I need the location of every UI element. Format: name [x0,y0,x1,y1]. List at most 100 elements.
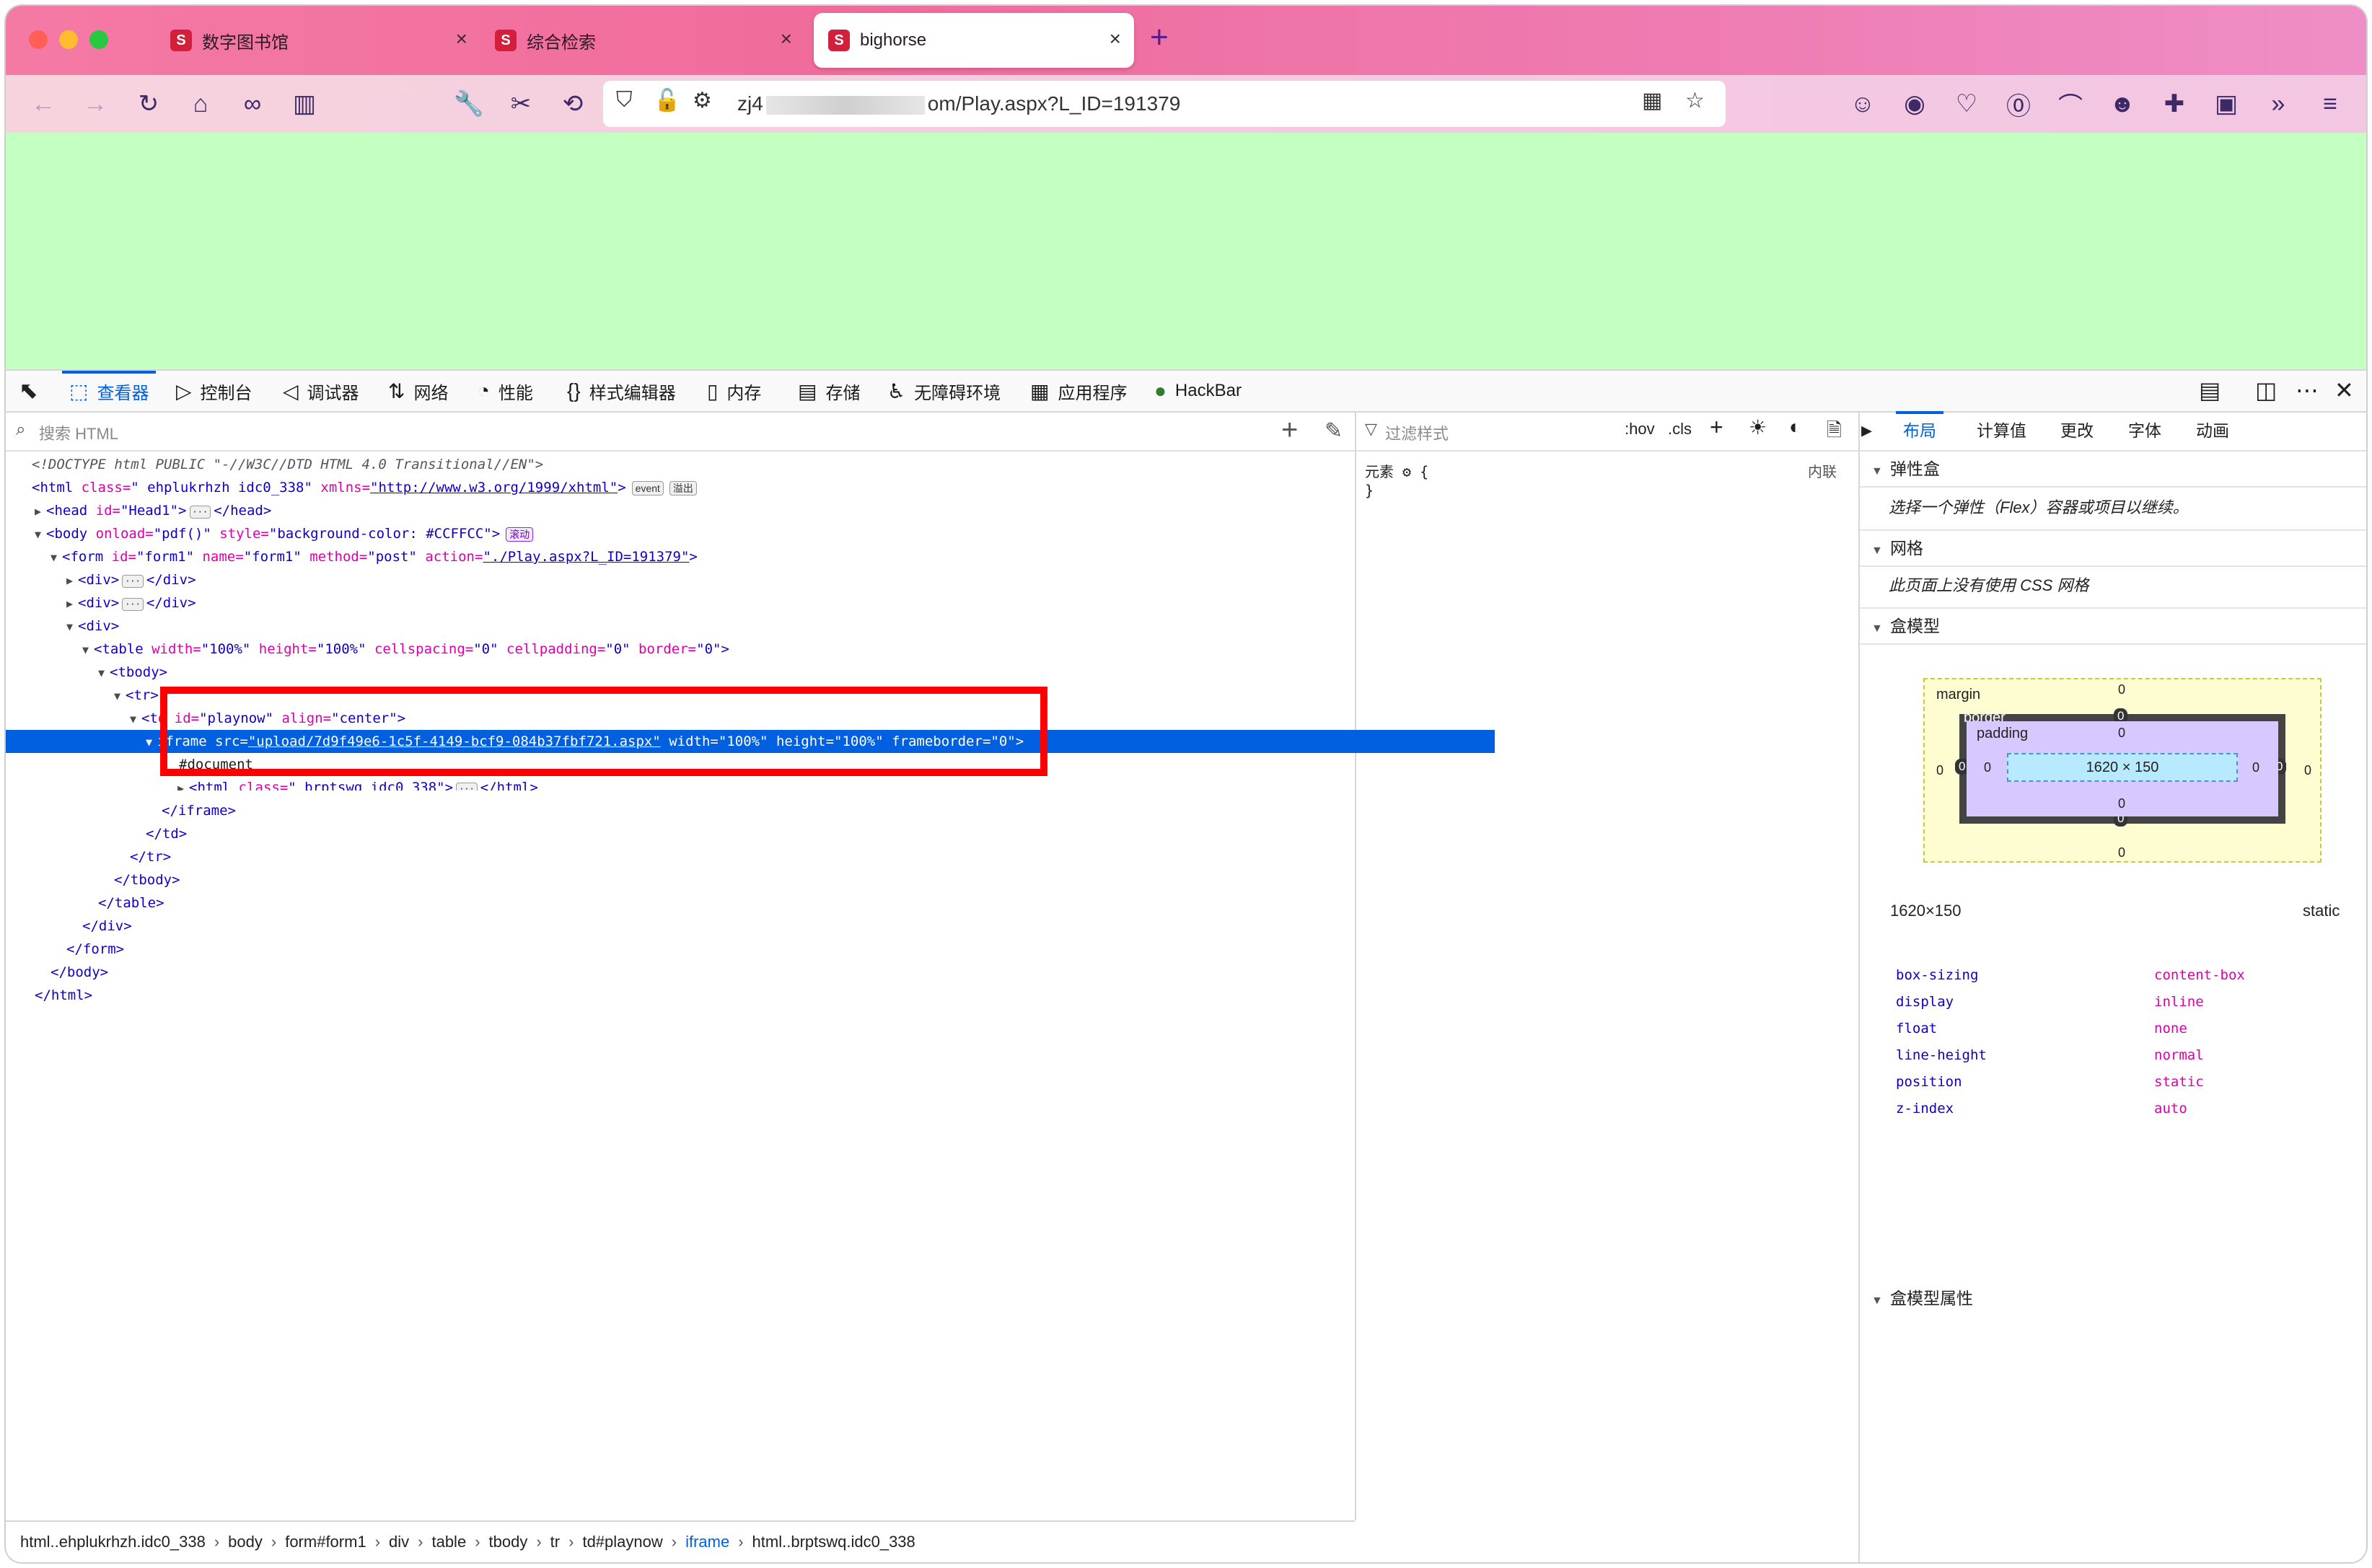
breadcrumb-item[interactable]: div [389,1533,409,1551]
tree-node-div-collapsed[interactable]: ▶ <div> ··· </div> [6,568,1415,591]
collapse-triangle-icon[interactable]: ▼ [82,638,94,661]
tree-node-tr[interactable]: ▼ <tr> [6,684,1463,707]
collapse-triangle-icon[interactable]: ▼ [114,684,126,708]
extensions-puzzle-icon[interactable]: ✚ [2156,85,2193,123]
flexbox-section-header[interactable]: ▼ 弹性盒 [1860,452,2366,488]
box-property-row[interactable]: display inline [1896,989,2329,1016]
tab-fonts[interactable]: 字体 [2128,411,2161,450]
add-rule-icon[interactable]: + [1710,414,1723,441]
tree-node-tbody[interactable]: ▼ <tbody> [6,661,1447,684]
tree-node-iframe-selected[interactable]: ▼ iframe src="upload/7d9f49e6-1c5f-4149-b… [6,730,1495,753]
password-manager-icon[interactable]: ⓪ [2000,85,2037,123]
collapse-triangle-icon[interactable]: ▼ [130,708,141,731]
event-badge[interactable]: event [631,481,664,495]
tab-memory[interactable]: ▯ 内存 [707,371,761,411]
box-property-row[interactable]: position static [1896,1069,2329,1096]
box-property-row[interactable]: z-index auto [1896,1096,2329,1122]
new-tab-button[interactable]: + [1150,22,1169,53]
margin-bottom-value[interactable]: 0 [2118,845,2125,860]
tree-node-td-close[interactable]: </td> [6,822,1495,845]
breadcrumb-item[interactable]: tbody [489,1533,528,1551]
menu-hamburger-icon[interactable]: ≡ [2311,85,2349,123]
tab-digital-library[interactable]: S 数字图书馆 × [156,13,480,68]
expand-triangle-icon[interactable]: ▶ [66,569,78,592]
box-model-content-size[interactable]: 1620 × 150 [2007,753,2238,782]
tab-changes[interactable]: 更改 [2060,411,2094,450]
breadcrumb-item[interactable]: html..brptswq.idc0_338 [752,1533,915,1551]
box-properties-section-header[interactable]: ▼ 盒模型属性 [1860,1281,2366,1316]
tree-node-table-close[interactable]: </table> [6,891,1447,915]
dock-side-icon[interactable]: ◫ [2255,376,2277,404]
box-model-padding[interactable]: padding 0 0 0 0 1620 × 150 [1967,721,2278,816]
scroll-badge[interactable]: 滚动 [506,527,534,542]
tree-node-td[interactable]: ▼ <td id="playnow" align="center"> [6,707,1479,730]
add-node-icon[interactable]: + [1281,414,1298,446]
shield-icon[interactable]: ⛉ [616,88,633,113]
url-bar[interactable]: ⛉ 🔓 ⚙ zj4 om/Play.aspx?L_ID=191379 ▦ ☆ [603,81,1726,127]
overflow-chevron-icon[interactable]: » [2259,85,2297,123]
tab-debugger[interactable]: ◁ 调试器 [283,371,359,411]
attr-value-link[interactable]: "upload/7d9f49e6-1c5f-4149-bcf9-084b37fb… [248,734,661,749]
element-picker-icon[interactable]: ⬉ [19,376,38,404]
breadcrumb-item[interactable]: html..ehplukrhzh.idc0_338 [20,1533,206,1551]
class-toggle[interactable]: .cls [1668,420,1692,439]
tab-close-icon[interactable]: × [456,27,467,50]
infinity-extension-icon[interactable]: ∞ [234,85,271,123]
tree-node-table[interactable]: ▼ <table width="100%" height="100%" cells… [6,638,1431,661]
breadcrumb-item[interactable]: tr [550,1533,560,1551]
box-property-row[interactable]: line-height normal [1896,1042,2329,1069]
breadcrumb-item[interactable]: form#form1 [285,1533,366,1551]
hover-state-toggle[interactable]: :hov [1625,420,1655,439]
page-viewport[interactable] [6,133,2366,369]
permissions-icon[interactable]: ⚙ [693,88,712,113]
avatar-extension-icon[interactable]: ☻ [2104,85,2141,123]
container-extension-icon[interactable]: ▣ [2208,85,2245,123]
close-window-button[interactable] [29,30,48,49]
tab-computed[interactable]: 计算值 [1977,411,2026,450]
tab-search[interactable]: S 综合检索 × [480,13,805,68]
dark-theme-icon[interactable]: ◐ [1789,415,1801,439]
extension-arch-icon[interactable]: ⌒ [2052,85,2089,123]
padding-bottom-value[interactable]: 0 [2118,796,2125,811]
expand-triangle-icon[interactable]: ▶ [66,592,78,615]
tree-node-form-close[interactable]: </form> [6,938,1415,961]
sidebar-toggle-icon[interactable]: ▸ [1861,411,1872,450]
breadcrumb-item[interactable]: td#playnow [582,1533,662,1551]
pocket-icon[interactable]: ♡ [1948,85,1985,123]
breadcrumb-item[interactable]: iframe [685,1533,729,1551]
extension-circle-icon[interactable]: ◉ [1896,85,1933,123]
box-model-section-header[interactable]: ▼ 盒模型 [1860,607,2366,645]
box-model-border[interactable]: border 0 0 0 0 padding 0 0 0 0 1620 × 15… [1955,708,2287,827]
tree-node-tbody-close[interactable]: </tbody> [6,868,1463,891]
screenshot-icon[interactable]: ✂ [502,85,540,123]
tab-inspector[interactable]: ⬚ 查看器 [61,371,157,411]
tab-bighorse[interactable]: S bighorse × [814,13,1134,68]
tab-close-icon[interactable]: × [781,27,792,50]
tree-node-iframe-close[interactable]: </iframe> [6,799,1511,822]
qr-code-icon[interactable]: ▦ [1642,88,1662,113]
element-rule-selector[interactable]: 元素 ⚙ { [1365,460,1428,481]
tree-node-div-collapsed[interactable]: ▶ <div> ··· </div> [6,591,1415,615]
url-text[interactable]: zj4 om/Play.aspx?L_ID=191379 [737,92,1180,115]
collapse-triangle-icon[interactable]: ▼ [66,615,78,638]
forward-arrow-icon[interactable]: → [76,85,114,123]
collapse-triangle-icon[interactable]: ▼ [146,731,157,754]
profile-icon[interactable]: ☺ [1844,85,1881,123]
tree-node-head[interactable]: ▶ <head id="Head1"> ··· </head> [6,499,1384,522]
tab-application[interactable]: ▦ 应用程序 [1030,371,1127,411]
breadcrumb-item[interactable]: table [431,1533,466,1551]
tree-node-form[interactable]: ▼ <form id="form1" name="form1" method="p… [6,545,1400,568]
expand-triangle-icon[interactable]: ▶ [177,777,189,790]
back-arrow-icon[interactable]: ← [25,85,62,123]
tab-accessibility[interactable]: ♿ 无障碍环境 [887,371,1001,411]
html-search-input[interactable]: 搜索 HTML [39,421,118,444]
tab-network[interactable]: ⇅ 网络 [388,371,448,411]
style-filter-input[interactable]: 过滤样式 [1385,421,1449,444]
box-property-row[interactable]: float none [1896,1016,2329,1042]
tree-node-body-close[interactable]: </body> [6,961,1400,984]
collapse-triangle-icon[interactable]: ▼ [35,523,46,546]
tab-performance[interactable]: ◔ 性能 [478,371,533,411]
tab-hackbar[interactable]: ● HackBar [1154,371,1242,411]
overflow-badge[interactable]: 溢出 [669,481,697,495]
tree-node-div[interactable]: ▼ <div> [6,615,1415,638]
